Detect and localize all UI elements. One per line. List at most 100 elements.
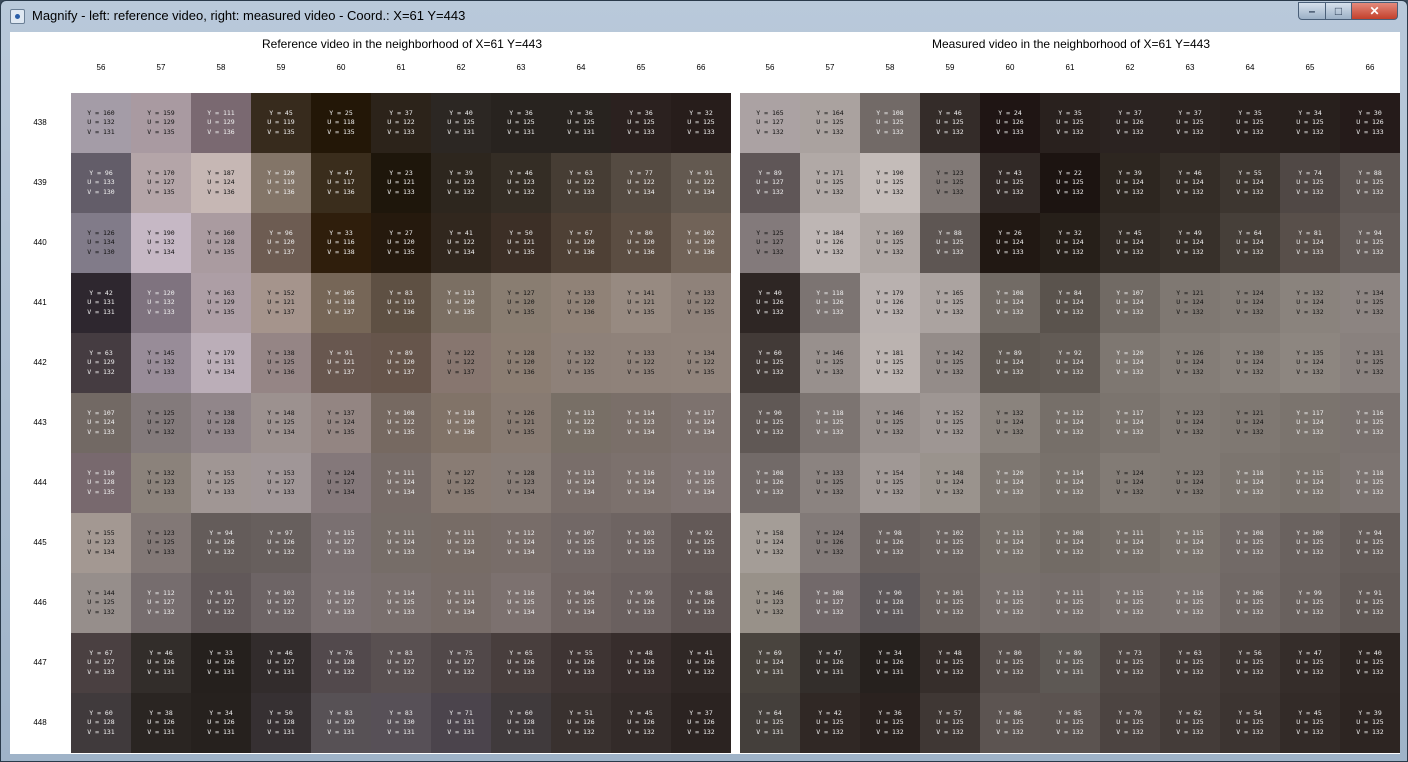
pixel-cell[interactable]: Y = 54 U = 125 V = 132 (1220, 693, 1280, 753)
pixel-cell[interactable]: Y = 99 U = 125 V = 132 (1280, 573, 1340, 633)
pixel-cell[interactable]: Y = 81 U = 124 V = 133 (1280, 213, 1340, 273)
pixel-cell[interactable]: Y = 62 U = 125 V = 132 (1160, 693, 1220, 753)
pixel-cell[interactable]: Y = 118 U = 125 V = 132 (800, 393, 860, 453)
pixel-cell[interactable]: Y = 111 U = 123 V = 134 (431, 513, 491, 573)
pixel-cell[interactable]: Y = 80 U = 125 V = 132 (980, 633, 1040, 693)
pixel-cell[interactable]: Y = 42 U = 131 V = 131 (71, 273, 131, 333)
pixel-cell[interactable]: Y = 63 U = 122 V = 133 (551, 153, 611, 213)
pixel-cell[interactable]: Y = 171 U = 125 V = 132 (800, 153, 860, 213)
pixel-cell[interactable]: Y = 71 U = 131 V = 131 (431, 693, 491, 753)
pixel-cell[interactable]: Y = 46 U = 127 V = 131 (251, 633, 311, 693)
pixel-cell[interactable]: Y = 69 U = 124 V = 131 (740, 633, 800, 693)
pixel-cell[interactable]: Y = 60 U = 128 V = 131 (491, 693, 551, 753)
pixel-cell[interactable]: Y = 33 U = 126 V = 131 (191, 633, 251, 693)
pixel-cell[interactable]: Y = 67 U = 120 V = 136 (551, 213, 611, 273)
pixel-cell[interactable]: Y = 57 U = 125 V = 132 (920, 693, 980, 753)
pixel-cell[interactable]: Y = 126 U = 124 V = 132 (1160, 333, 1220, 393)
pixel-cell[interactable]: Y = 45 U = 126 V = 132 (611, 693, 671, 753)
pixel-cell[interactable]: Y = 83 U = 119 V = 136 (371, 273, 431, 333)
pixel-cell[interactable]: Y = 146 U = 125 V = 132 (860, 393, 920, 453)
pixel-cell[interactable]: Y = 23 U = 121 V = 133 (371, 153, 431, 213)
pixel-cell[interactable]: Y = 30 U = 126 V = 133 (1340, 93, 1400, 153)
pixel-cell[interactable]: Y = 43 U = 125 V = 132 (980, 153, 1040, 213)
pixel-cell[interactable]: Y = 111 U = 129 V = 136 (191, 93, 251, 153)
pixel-cell[interactable]: Y = 75 U = 127 V = 132 (431, 633, 491, 693)
pixel-cell[interactable]: Y = 132 U = 122 V = 135 (551, 333, 611, 393)
pixel-cell[interactable]: Y = 111 U = 124 V = 134 (431, 573, 491, 633)
pixel-cell[interactable]: Y = 154 U = 125 V = 132 (860, 453, 920, 513)
pixel-cell[interactable]: Y = 47 U = 126 V = 131 (800, 633, 860, 693)
pixel-cell[interactable]: Y = 37 U = 122 V = 133 (371, 93, 431, 153)
close-button[interactable]: ✕ (1351, 2, 1398, 20)
pixel-cell[interactable]: Y = 39 U = 124 V = 132 (1100, 153, 1160, 213)
pixel-cell[interactable]: Y = 138 U = 128 V = 133 (191, 393, 251, 453)
pixel-cell[interactable]: Y = 133 U = 122 V = 135 (611, 333, 671, 393)
pixel-cell[interactable]: Y = 76 U = 128 V = 132 (311, 633, 371, 693)
pixel-cell[interactable]: Y = 104 U = 125 V = 134 (551, 573, 611, 633)
pixel-cell[interactable]: Y = 121 U = 124 V = 132 (1220, 393, 1280, 453)
pixel-cell[interactable]: Y = 111 U = 124 V = 132 (1100, 513, 1160, 573)
pixel-cell[interactable]: Y = 97 U = 126 V = 132 (251, 513, 311, 573)
pixel-cell[interactable]: Y = 63 U = 125 V = 132 (1160, 633, 1220, 693)
pixel-cell[interactable]: Y = 60 U = 128 V = 131 (71, 693, 131, 753)
pixel-cell[interactable]: Y = 86 U = 125 V = 132 (980, 693, 1040, 753)
pixel-cell[interactable]: Y = 85 U = 125 V = 132 (1040, 693, 1100, 753)
pixel-cell[interactable]: Y = 49 U = 124 V = 132 (1160, 213, 1220, 273)
pixel-cell[interactable]: Y = 114 U = 124 V = 132 (1040, 453, 1100, 513)
pixel-cell[interactable]: Y = 155 U = 123 V = 134 (71, 513, 131, 573)
pixel-cell[interactable]: Y = 83 U = 129 V = 131 (311, 693, 371, 753)
pixel-cell[interactable]: Y = 103 U = 125 V = 133 (611, 513, 671, 573)
pixel-cell[interactable]: Y = 51 U = 126 V = 132 (551, 693, 611, 753)
pixel-cell[interactable]: Y = 118 U = 120 V = 136 (431, 393, 491, 453)
pixel-cell[interactable]: Y = 128 U = 123 V = 134 (491, 453, 551, 513)
pixel-cell[interactable]: Y = 121 U = 124 V = 132 (1160, 273, 1220, 333)
pixel-cell[interactable]: Y = 34 U = 126 V = 131 (191, 693, 251, 753)
pixel-cell[interactable]: Y = 91 U = 125 V = 132 (1340, 573, 1400, 633)
pixel-cell[interactable]: Y = 128 U = 120 V = 136 (491, 333, 551, 393)
pixel-cell[interactable]: Y = 88 U = 125 V = 132 (920, 213, 980, 273)
pixel-cell[interactable]: Y = 83 U = 130 V = 131 (371, 693, 431, 753)
pixel-cell[interactable]: Y = 187 U = 124 V = 136 (191, 153, 251, 213)
pixel-cell[interactable]: Y = 181 U = 125 V = 132 (860, 333, 920, 393)
pixel-cell[interactable]: Y = 55 U = 124 V = 132 (1220, 153, 1280, 213)
pixel-cell[interactable]: Y = 63 U = 129 V = 132 (71, 333, 131, 393)
pixel-cell[interactable]: Y = 46 U = 125 V = 132 (920, 93, 980, 153)
pixel-cell[interactable]: Y = 179 U = 126 V = 132 (860, 273, 920, 333)
pixel-cell[interactable]: Y = 133 U = 120 V = 136 (551, 273, 611, 333)
pixel-cell[interactable]: Y = 64 U = 124 V = 132 (1220, 213, 1280, 273)
pixel-cell[interactable]: Y = 91 U = 121 V = 137 (311, 333, 371, 393)
pixel-cell[interactable]: Y = 118 U = 126 V = 132 (800, 273, 860, 333)
pixel-cell[interactable]: Y = 48 U = 125 V = 132 (920, 633, 980, 693)
pixel-cell[interactable]: Y = 65 U = 126 V = 133 (491, 633, 551, 693)
pixel-cell[interactable]: Y = 83 U = 127 V = 132 (371, 633, 431, 693)
pixel-cell[interactable]: Y = 99 U = 126 V = 133 (611, 573, 671, 633)
pixel-cell[interactable]: Y = 25 U = 118 V = 135 (311, 93, 371, 153)
pixel-cell[interactable]: Y = 116 U = 125 V = 132 (1160, 573, 1220, 633)
pixel-cell[interactable]: Y = 27 U = 120 V = 135 (371, 213, 431, 273)
pixel-cell[interactable]: Y = 126 U = 121 V = 135 (491, 393, 551, 453)
pixel-cell[interactable]: Y = 42 U = 125 V = 132 (800, 693, 860, 753)
pixel-cell[interactable]: Y = 110 U = 128 V = 135 (71, 453, 131, 513)
pixel-cell[interactable]: Y = 163 U = 129 V = 135 (191, 273, 251, 333)
pixel-cell[interactable]: Y = 159 U = 129 V = 135 (131, 93, 191, 153)
pixel-cell[interactable]: Y = 122 U = 122 V = 137 (431, 333, 491, 393)
pixel-cell[interactable]: Y = 112 U = 127 V = 132 (131, 573, 191, 633)
pixel-cell[interactable]: Y = 115 U = 124 V = 132 (1280, 453, 1340, 513)
pixel-cell[interactable]: Y = 113 U = 124 V = 134 (551, 453, 611, 513)
pixel-cell[interactable]: Y = 35 U = 125 V = 132 (1040, 93, 1100, 153)
pixel-cell[interactable]: Y = 33 U = 116 V = 138 (311, 213, 371, 273)
pixel-cell[interactable]: Y = 80 U = 120 V = 136 (611, 213, 671, 273)
pixel-cell[interactable]: Y = 37 U = 126 V = 132 (1100, 93, 1160, 153)
pixel-cell[interactable]: Y = 127 U = 122 V = 135 (431, 453, 491, 513)
pixel-cell[interactable]: Y = 133 U = 125 V = 132 (800, 453, 860, 513)
pixel-cell[interactable]: Y = 89 U = 120 V = 137 (371, 333, 431, 393)
pixel-cell[interactable]: Y = 120 U = 124 V = 132 (980, 453, 1040, 513)
pixel-cell[interactable]: Y = 113 U = 125 V = 132 (980, 573, 1040, 633)
maximize-button[interactable]: □ (1325, 2, 1352, 20)
app-icon[interactable] (10, 9, 25, 24)
pixel-cell[interactable]: Y = 115 U = 127 V = 133 (311, 513, 371, 573)
pixel-cell[interactable]: Y = 47 U = 117 V = 136 (311, 153, 371, 213)
pixel-cell[interactable]: Y = 170 U = 127 V = 135 (131, 153, 191, 213)
pixel-cell[interactable]: Y = 146 U = 123 V = 132 (740, 573, 800, 633)
pixel-cell[interactable]: Y = 112 U = 124 V = 132 (1040, 393, 1100, 453)
